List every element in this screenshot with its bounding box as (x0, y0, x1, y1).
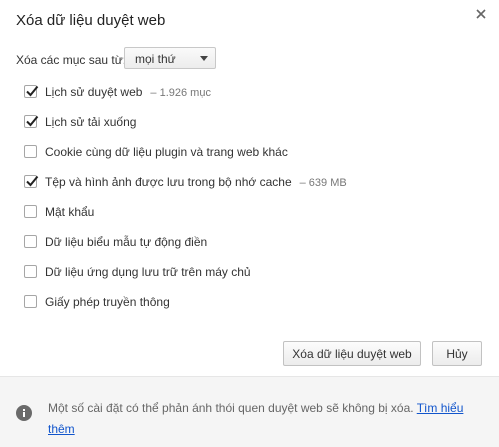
footer-text: Một số cài đặt có thể phản ánh thói quen… (48, 401, 414, 415)
option-label: Giấy phép truyền thông (45, 295, 170, 309)
close-icon (476, 9, 486, 19)
footer-message: Một số cài đặt có thể phản ánh thói quen… (48, 398, 478, 440)
clear-browsing-data-button[interactable]: Xóa dữ liệu duyệt web (283, 341, 421, 366)
checkbox[interactable] (24, 85, 39, 98)
checkbox[interactable] (24, 145, 37, 158)
checkbox[interactable] (24, 175, 39, 188)
checkbox[interactable] (24, 295, 37, 308)
clear-from-label: Xóa các mục sau từ: (16, 53, 127, 67)
option-label: Mật khẩu (45, 205, 95, 219)
checkbox[interactable] (24, 205, 37, 218)
checkmark-icon (26, 85, 39, 97)
option-label: Cookie cùng dữ liệu plugin và trang web … (45, 145, 288, 159)
time-range-value: mọi thứ (135, 52, 176, 66)
option-label: Lịch sử tải xuống (45, 115, 137, 129)
checkmark-icon (26, 175, 39, 187)
clear-browsing-data-dialog: Xóa dữ liệu duyệt web Xóa các mục sau từ… (0, 0, 499, 447)
option-detail: – 639 MB (299, 177, 347, 189)
option-label: Dữ liệu biểu mẫu tự động điền (45, 235, 208, 249)
option-label: Dữ liệu ứng dụng lưu trữ trên máy chủ (45, 265, 251, 279)
checkmark-icon (26, 115, 39, 127)
checkbox[interactable] (24, 265, 37, 278)
info-icon (16, 405, 32, 421)
dialog-footer: Một số cài đặt có thể phản ánh thói quen… (0, 376, 499, 447)
dialog-title: Xóa dữ liệu duyệt web (16, 12, 166, 29)
option-label: Lịch sử duyệt web – 1.926 mục (45, 85, 211, 99)
checkbox[interactable] (24, 235, 37, 248)
chevron-down-icon (200, 56, 208, 61)
checkbox[interactable] (24, 115, 39, 128)
cancel-button[interactable]: Hủy (432, 341, 482, 366)
option-label: Tệp và hình ảnh được lưu trong bộ nhớ ca… (45, 175, 347, 189)
close-button[interactable] (473, 6, 489, 22)
option-detail: – 1.926 mục (150, 87, 211, 99)
time-range-dropdown[interactable]: mọi thứ (124, 47, 216, 69)
